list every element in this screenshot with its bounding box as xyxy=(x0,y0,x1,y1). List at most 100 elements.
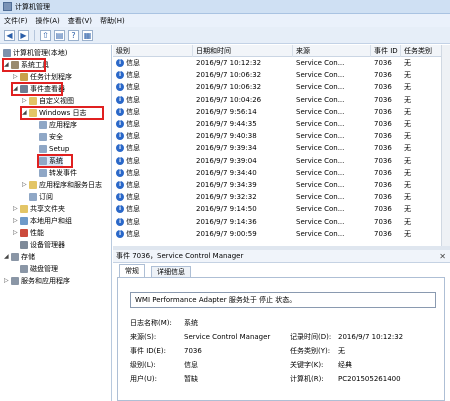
help-icon[interactable]: ? xyxy=(68,29,79,41)
menu-view[interactable]: 查看(V) xyxy=(68,16,92,26)
tree-item-shared-folders[interactable]: ▷ 共享文件夹 xyxy=(13,204,65,214)
tree-item-label: 安全 xyxy=(49,133,63,141)
expand-arrow-icon[interactable]: ▷ xyxy=(13,216,19,226)
cell-event-id: 7036 xyxy=(374,193,392,202)
cell-source: Service Con... xyxy=(296,205,345,214)
tree-item-security[interactable]: 安全 xyxy=(39,132,63,142)
folder-icon xyxy=(29,181,37,189)
tree-item-local-users-groups[interactable]: ▷ 本地用户和组 xyxy=(13,216,72,226)
cell-event-id: 7036 xyxy=(374,229,392,238)
tree-item-forwarded-events[interactable]: 转发事件 xyxy=(39,168,77,178)
column-header-source[interactable]: 来源 xyxy=(293,45,371,57)
tree-item-disk-management[interactable]: 磁盘管理 xyxy=(20,264,58,274)
cell-source: Service Con... xyxy=(296,168,345,177)
tree-item-storage[interactable]: ◢ 存储 xyxy=(4,252,35,262)
expand-arrow-icon[interactable]: ▷ xyxy=(22,96,28,106)
tree-item-custom-views[interactable]: ▷ 自定义视图 xyxy=(22,96,74,106)
table-row[interactable]: i 信息 2016/9/7 9:44:35 Service Con... 7036 无 xyxy=(113,119,450,130)
tree-item-event-viewer[interactable]: ◢ 事件查看器 xyxy=(13,84,65,94)
tree-item-services-apps[interactable]: ▷ 服务和应用程序 xyxy=(4,276,70,286)
log-icon xyxy=(39,157,47,165)
show-hide-tree-icon[interactable]: ▤ xyxy=(54,29,65,41)
cell-text: 信息 xyxy=(126,156,140,165)
computer-icon xyxy=(3,49,11,57)
source-label: 来源(S): xyxy=(130,333,157,341)
expand-arrow-icon[interactable]: ▷ xyxy=(4,276,10,286)
menu-help[interactable]: 帮助(H) xyxy=(100,16,125,26)
tree-item-label: 服务和应用程序 xyxy=(21,277,70,285)
table-row[interactable]: i 信息 2016/9/7 9:40:38 Service Con... 7036 无 xyxy=(113,131,450,142)
table-row[interactable]: i 信息 2016/9/7 10:04:26 Service Con... 7036 无 xyxy=(113,95,450,106)
tree-item-label: 订阅 xyxy=(39,193,53,201)
tree-item-subscriptions[interactable]: 订阅 xyxy=(29,192,53,202)
tree-item-label: 应用程序 xyxy=(49,121,77,129)
cell-event-id: 7036 xyxy=(374,181,392,189)
table-row[interactable]: i 信息 2016/9/7 9:39:04 Service Con... 7036 无 xyxy=(113,156,450,167)
table-row[interactable]: i 信息 2016/9/7 10:06:32 Service Con... 7036 无 xyxy=(113,82,450,93)
forward-icon[interactable]: ▶ xyxy=(18,29,29,41)
tree-item-setup[interactable]: Setup xyxy=(39,144,69,154)
up-folder-icon[interactable]: ⇧ xyxy=(40,29,51,41)
expand-arrow-icon[interactable]: ▷ xyxy=(13,204,19,214)
tab-details[interactable]: 详细信息 xyxy=(151,266,191,277)
cell-source: Service Con... xyxy=(296,59,345,67)
back-icon[interactable]: ◀ xyxy=(4,29,15,41)
table-row[interactable]: i 信息 2016/9/7 9:14:50 Service Con... 7036 无 xyxy=(113,204,450,215)
tree-item-label: Setup xyxy=(49,145,70,153)
performance-icon xyxy=(20,229,28,237)
expand-arrow-icon[interactable]: ◢ xyxy=(13,84,19,94)
tree-item-system[interactable]: 系统 xyxy=(39,156,63,166)
expand-arrow-icon[interactable]: ◢ xyxy=(4,60,10,70)
cell-task-category: 无 xyxy=(404,168,411,177)
tree-item-windows-logs[interactable]: ◢ Windows 日志 xyxy=(22,108,86,118)
expand-arrow-icon[interactable]: ◢ xyxy=(4,252,10,262)
cell-datetime: 2016/9/7 9:00:59 xyxy=(196,229,257,238)
cell-level: i 信息 xyxy=(116,131,191,142)
toolbar: ◀ ▶ ⇧ ▤ ? ▦ xyxy=(0,27,450,44)
table-row[interactable]: i 信息 2016/9/7 9:00:59 Service Con... 7036 无 xyxy=(113,229,450,240)
table-row[interactable]: i 信息 2016/9/7 10:06:32 Service Con... 7036 无 xyxy=(113,70,450,81)
tree-item-performance[interactable]: ▷ 性能 xyxy=(13,228,44,238)
computer-value: PC201505261400 xyxy=(338,375,401,383)
event-list-scrollbar[interactable] xyxy=(441,45,450,246)
tree-item-system-tools[interactable]: ◢ 系统工具 xyxy=(4,60,49,70)
tree-item-task-scheduler[interactable]: ▷ 任务计划程序 xyxy=(13,72,72,82)
cell-event-id: 7036 xyxy=(374,217,392,226)
cell-level: i 信息 xyxy=(116,119,191,130)
cell-task-category: 无 xyxy=(404,205,411,214)
column-header-datetime[interactable]: 日期和时间 xyxy=(193,45,293,57)
expand-arrow-icon[interactable]: ▷ xyxy=(13,72,19,82)
computer-label: 计算机(R): xyxy=(290,375,324,383)
menu-action[interactable]: 操作(A) xyxy=(36,16,60,26)
user-value: 暂缺 xyxy=(184,375,198,383)
table-row[interactable]: i 信息 2016/9/7 9:39:34 Service Con... 7036 无 xyxy=(113,143,450,154)
cell-level: i 信息 xyxy=(116,192,191,203)
column-header-level[interactable]: 级别 xyxy=(113,45,193,57)
tree-item-computer-management[interactable]: 计算机管理(本地) xyxy=(3,48,67,58)
tab-general[interactable]: 常规 xyxy=(119,264,145,277)
tree-item-application[interactable]: 应用程序 xyxy=(39,120,77,130)
table-row[interactable]: i 信息 2016/9/7 9:56:14 Service Con... 7036 无 xyxy=(113,107,450,118)
close-icon[interactable]: ✕ xyxy=(439,250,446,263)
cell-datetime: 2016/9/7 9:39:04 xyxy=(196,156,257,165)
table-row[interactable]: i 信息 2016/9/7 9:34:39 Service Con... 7036 无 xyxy=(113,180,450,191)
tree-item-apps-services-logs[interactable]: ▷ 应用程序和服务日志 xyxy=(22,180,102,190)
table-row[interactable]: i 信息 2016/9/7 10:12:32 Service Con... 7036 无 xyxy=(113,58,450,69)
cell-task-category: 无 xyxy=(404,83,411,92)
cell-event-id: 7036 xyxy=(374,59,392,67)
properties-icon[interactable]: ▦ xyxy=(82,29,93,41)
expand-arrow-icon[interactable]: ▷ xyxy=(13,228,19,238)
table-row[interactable]: i 信息 2016/9/7 9:32:32 Service Con... 7036 无 xyxy=(113,192,450,203)
table-row[interactable]: i 信息 2016/9/7 9:14:36 Service Con... 7036 无 xyxy=(113,217,450,228)
column-header-task-category[interactable]: 任务类别 xyxy=(401,45,441,57)
cell-text: 信息 xyxy=(126,144,140,153)
column-header-event-id[interactable]: 事件 ID xyxy=(371,45,401,57)
menu-file[interactable]: 文件(F) xyxy=(4,16,28,26)
table-row[interactable]: i 信息 2016/9/7 9:34:40 Service Con... 7036 无 xyxy=(113,168,450,179)
cell-datetime: 2016/9/7 9:14:36 xyxy=(196,217,257,226)
expand-arrow-icon[interactable]: ▷ xyxy=(22,180,28,190)
expand-arrow-icon[interactable]: ◢ xyxy=(22,108,28,118)
info-icon: i xyxy=(116,71,124,80)
tree-item-device-manager[interactable]: 设备管理器 xyxy=(20,240,65,250)
event-message[interactable]: WMI Performance Adapter 服务处于 停止 状态。 xyxy=(130,292,436,308)
